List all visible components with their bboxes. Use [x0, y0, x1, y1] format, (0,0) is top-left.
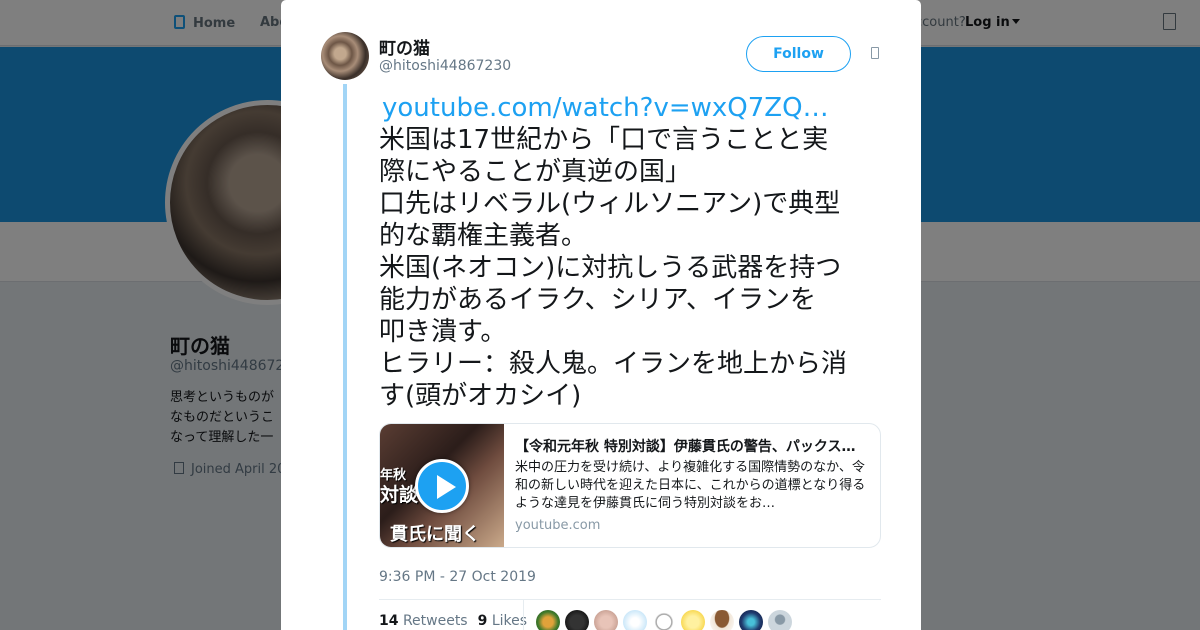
- tweet-line: 米国(ネオコン)に対抗しうる武器を持つ: [379, 253, 842, 283]
- play-icon: [437, 475, 456, 499]
- tweet-line: ヒラリー：殺人鬼。イランを地上から消: [379, 349, 848, 379]
- retweets-count: 14: [379, 613, 399, 629]
- card-title[interactable]: 【令和元年秋 特別対談】伊藤貫氏の警告、パックス…: [515, 436, 865, 456]
- thread-line: [343, 84, 347, 630]
- liker-avatar[interactable]: [652, 610, 676, 630]
- author-handle[interactable]: @hitoshi44867230: [379, 58, 511, 74]
- liker-avatar[interactable]: [681, 610, 705, 630]
- tweet-link[interactable]: youtube.com/watch?v=wxQ7ZQ…: [382, 92, 889, 124]
- likes-stat[interactable]: 9 Likes: [478, 613, 527, 629]
- tweet-line: す(頭がオカシイ): [379, 381, 582, 411]
- divider: [379, 599, 881, 600]
- tweet-line: 米国は17世紀から「口で言うことと実: [379, 125, 829, 155]
- stats-separator: [523, 600, 524, 630]
- thumbnail-caption: 貫氏に聞く: [390, 524, 480, 545]
- liker-avatar[interactable]: [594, 610, 618, 630]
- liker-avatar[interactable]: [565, 610, 589, 630]
- tweet-stats: 14 Retweets 9 Likes: [379, 613, 527, 629]
- liker-avatar[interactable]: [710, 610, 734, 630]
- more-options-icon[interactable]: [871, 47, 879, 59]
- tweet-timestamp[interactable]: 9:36 PM - 27 Oct 2019: [379, 569, 536, 585]
- likes-label: Likes: [491, 613, 528, 629]
- retweets-label: Retweets: [402, 613, 468, 629]
- play-button[interactable]: [415, 459, 469, 513]
- card-domain: youtube.com: [515, 518, 601, 533]
- liker-avatar[interactable]: [536, 610, 560, 630]
- tweet-line: 叩き潰す。: [379, 317, 507, 347]
- card-description: 米中の圧力を受け続け、より複雑化する国際情勢のなか、令和の新しい時代を迎えた日本…: [515, 460, 866, 511]
- tweet-line: 際にやることが真逆の国」: [379, 157, 692, 187]
- liker-avatar[interactable]: [768, 610, 792, 630]
- follow-button[interactable]: Follow: [746, 36, 851, 72]
- video-thumbnail[interactable]: 年秋 対談 貫氏に聞く: [380, 424, 504, 547]
- liker-avatar[interactable]: [623, 610, 647, 630]
- retweets-stat[interactable]: 14 Retweets: [379, 613, 468, 629]
- tweet-line: 能力があるイラク、シリア、イランを: [379, 285, 817, 315]
- liker-avatar[interactable]: [739, 610, 763, 630]
- author-name[interactable]: 町の猫: [379, 34, 430, 59]
- likers-avatars: [536, 610, 797, 630]
- author-avatar[interactable]: [321, 32, 369, 80]
- likes-count: 9: [477, 613, 488, 629]
- thumbnail-caption: 対談: [380, 484, 419, 506]
- tweet-line: 口先はリベラル(ウィルソニアン)で典型: [379, 189, 841, 219]
- tweet-line: 的な覇権主義者。: [379, 221, 588, 251]
- tweet-modal: 町の猫 @hitoshi44867230 Follow youtube.com/…: [281, 0, 921, 630]
- tweet-text: youtube.com/watch?v=wxQ7ZQ… 米国は17世紀から「口で…: [379, 92, 889, 412]
- link-preview-card[interactable]: 年秋 対談 貫氏に聞く 【令和元年秋 特別対談】伊藤貫氏の警告、パックス… 米中…: [379, 423, 881, 548]
